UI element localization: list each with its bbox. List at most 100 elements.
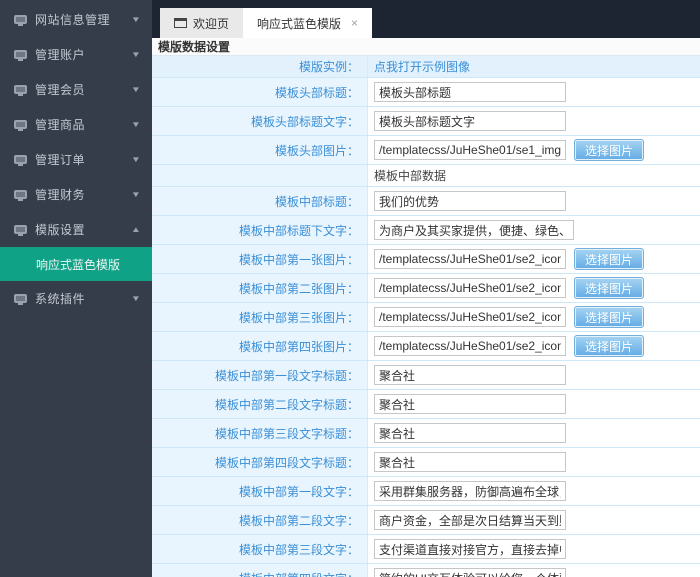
row-value: 选择图片 [368, 303, 700, 331]
row-label: 模板中部第三张图片： [152, 303, 368, 331]
row-label: 模板中部第四段文字： [152, 564, 368, 577]
row-value [368, 419, 700, 447]
text-input[interactable] [374, 82, 566, 102]
text-input[interactable] [374, 510, 566, 530]
sidebar-item-label: 管理财务 [35, 186, 132, 203]
text-input[interactable] [374, 220, 574, 240]
main-panel: 欢迎页 响应式蓝色模版 × 模版数据设置 模版实例： 点我打开示例图像模板头部标题… [152, 0, 700, 577]
form-row: 模板中部第三张图片： 选择图片 [152, 303, 700, 332]
chevron-down-icon: ▼ [131, 155, 141, 164]
row-value [368, 564, 700, 577]
text-input[interactable] [374, 452, 566, 472]
tab-responsive-blue-template[interactable]: 响应式蓝色模版 × [243, 8, 372, 38]
form-row: 模板中部第四张图片：选择图片 [152, 332, 700, 361]
row-label: 模板中部第一段文字标题： [152, 361, 368, 389]
monitor-icon [14, 15, 27, 24]
choose-image-button[interactable]: 选择图片 [574, 335, 644, 357]
form-row: 模板中部第二张图片： 选择图片 [152, 274, 700, 303]
sidebar-item[interactable]: 管理商品▼ [0, 107, 152, 142]
row-label: 模版实例： [152, 56, 368, 77]
monitor-icon [14, 190, 27, 199]
section-text: 模板中部数据 [374, 167, 446, 184]
form-row: 模板中部第三段文字： [152, 535, 700, 564]
text-input[interactable] [374, 539, 566, 559]
app-window: 网站信息管理▼管理账户▼管理会员▼管理商品▼管理订单▼管理财务▼模版设置▲响应式… [0, 0, 700, 577]
sidebar-item[interactable]: 管理账户▼ [0, 37, 152, 72]
row-label: 模板中部标题下文字： [152, 216, 368, 244]
monitor-icon [14, 120, 27, 129]
row-value: 选择图片 [368, 136, 700, 164]
text-input[interactable] [374, 111, 566, 131]
row-value [368, 187, 700, 215]
choose-image-button[interactable]: 选择图片 [574, 248, 644, 270]
row-value [368, 361, 700, 389]
row-value: 点我打开示例图像 [368, 56, 700, 77]
row-value: 模板中部数据 [368, 165, 700, 186]
choose-image-button[interactable]: 选择图片 [574, 139, 644, 161]
chevron-down-icon: ▼ [131, 85, 141, 94]
sidebar-item-label: 管理账户 [35, 46, 132, 63]
text-input[interactable] [374, 365, 566, 385]
sidebar-item-label: 管理商品 [35, 116, 132, 133]
form-section-title: 模版数据设置 [152, 38, 700, 56]
form-row: 模板中部第一张图片： 选择图片 [152, 245, 700, 274]
form-row: 模板头部标题文字： [152, 107, 700, 136]
sidebar-item[interactable]: 管理会员▼ [0, 72, 152, 107]
close-icon[interactable]: × [351, 16, 358, 30]
row-value [368, 448, 700, 476]
text-input[interactable] [374, 140, 566, 160]
sidebar-item-label: 管理会员 [35, 81, 132, 98]
sidebar-item[interactable]: 网站信息管理▼ [0, 2, 152, 37]
text-input[interactable] [374, 191, 566, 211]
sidebar-item-label: 系统插件 [35, 290, 132, 307]
form-row: 模板中部第一段文字标题： [152, 361, 700, 390]
form-row: 模板中部第三段文字标题： [152, 419, 700, 448]
template-settings-form: 模版数据设置 模版实例：点我打开示例图像模板头部标题：模板头部标题文字：模板头部… [152, 38, 700, 577]
chevron-down-icon: ▼ [131, 50, 141, 59]
sidebar-item[interactable]: 管理财务▼ [0, 177, 152, 212]
sidebar-item[interactable]: 模版设置▲ [0, 212, 152, 247]
form-row: 模板中部数据 [152, 165, 700, 187]
sidebar: 网站信息管理▼管理账户▼管理会员▼管理商品▼管理订单▼管理财务▼模版设置▲响应式… [0, 0, 152, 577]
text-input[interactable] [374, 394, 566, 414]
chevron-down-icon: ▼ [131, 15, 141, 24]
form-row: 模版实例： 点我打开示例图像 [152, 56, 700, 78]
form-row: 模板中部标题： [152, 187, 700, 216]
monitor-icon [14, 85, 27, 94]
form-row: 模板中部第二段文字： [152, 506, 700, 535]
text-input[interactable] [374, 568, 566, 577]
tab-label: 响应式蓝色模版 [257, 15, 341, 32]
row-label: 模板中部第四段文字标题： [152, 448, 368, 476]
row-label: 模板中部第三段文字标题： [152, 419, 368, 447]
row-value: 选择图片 [368, 332, 700, 360]
row-value [368, 78, 700, 106]
row-label: 模板中部第二张图片： [152, 274, 368, 302]
sidebar-subitem-active[interactable]: 响应式蓝色模版 [0, 247, 152, 281]
choose-image-button[interactable]: 选择图片 [574, 306, 644, 328]
text-input[interactable] [374, 249, 566, 269]
sidebar-item[interactable]: 管理订单▼ [0, 142, 152, 177]
row-value [368, 506, 700, 534]
text-input[interactable] [374, 278, 566, 298]
text-input[interactable] [374, 307, 566, 327]
row-label: 模板中部第一张图片： [152, 245, 368, 273]
text-input[interactable] [374, 423, 566, 443]
row-label: 模板中部第二段文字： [152, 506, 368, 534]
tab-welcome[interactable]: 欢迎页 [160, 8, 243, 38]
text-input[interactable] [374, 336, 566, 356]
example-image-link[interactable]: 点我打开示例图像 [374, 58, 470, 75]
sidebar-item[interactable]: 系统插件▼ [0, 281, 152, 316]
choose-image-button[interactable]: 选择图片 [574, 277, 644, 299]
monitor-icon [14, 50, 27, 59]
monitor-icon [14, 294, 27, 303]
form-row: 模板头部图片： 选择图片 [152, 136, 700, 165]
row-label [152, 165, 368, 186]
row-label: 模板头部图片： [152, 136, 368, 164]
text-input[interactable] [374, 481, 566, 501]
row-label: 模板中部标题： [152, 187, 368, 215]
tab-label: 欢迎页 [193, 15, 229, 32]
row-value [368, 390, 700, 418]
chevron-up-icon: ▲ [131, 225, 141, 234]
form-row: 模板中部第四段文字标题： [152, 448, 700, 477]
monitor-icon [14, 155, 27, 164]
